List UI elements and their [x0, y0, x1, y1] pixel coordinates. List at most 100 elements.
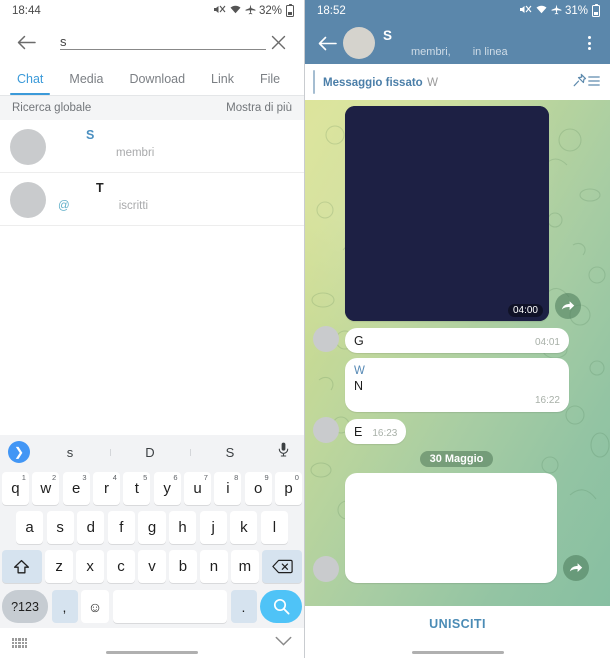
key-v[interactable]: v	[138, 550, 166, 583]
search-input[interactable]: s	[60, 34, 266, 50]
key-t[interactable]: t5	[123, 472, 151, 505]
back-arrow-icon[interactable]	[14, 30, 38, 54]
blank-bubble[interactable]	[345, 473, 557, 583]
search-filter-tabs: Chat Media Download Link File	[0, 62, 304, 96]
keyboard-row-1: q1 w2 e3 r4 t5 y6 u7 i8 o9 p0	[0, 469, 304, 508]
key-r[interactable]: r4	[93, 472, 120, 505]
video-thumbnail[interactable]: 04:00	[345, 106, 549, 321]
key-q[interactable]: q1	[2, 472, 29, 505]
key-w[interactable]: w2	[32, 472, 60, 505]
result-title: S	[86, 128, 95, 142]
key-h[interactable]: h	[169, 511, 197, 544]
period-key[interactable]: .	[230, 590, 257, 623]
show-more-link[interactable]: Mostra di più	[226, 102, 292, 114]
result-subtitle: @ iscritti	[58, 198, 292, 214]
forward-arrow-icon[interactable]	[563, 555, 589, 581]
key-g[interactable]: g	[138, 511, 166, 544]
key-a[interactable]: a	[16, 511, 44, 544]
message-time: 16:23	[372, 428, 398, 439]
shift-up-icon[interactable]	[2, 550, 42, 583]
text-bubble[interactable]: G 04:01	[345, 328, 569, 353]
keyboard-icon[interactable]	[12, 638, 27, 648]
chat-title-block[interactable]: S membri, in linea	[383, 27, 576, 59]
pinned-text: W	[427, 77, 439, 89]
overflow-menu-icon[interactable]	[576, 36, 602, 50]
message-row[interactable]: G 04:01	[313, 326, 600, 353]
tab-link-label: Link	[211, 71, 234, 86]
suggestion-2[interactable]: D	[110, 445, 190, 460]
key-b[interactable]: b	[169, 550, 197, 583]
key-e[interactable]: e3	[62, 472, 90, 505]
suggestion-3[interactable]: S	[190, 445, 270, 460]
avatar[interactable]	[343, 27, 375, 59]
avatar[interactable]	[313, 326, 339, 352]
microphone-icon[interactable]	[270, 442, 296, 462]
search-icon[interactable]	[260, 590, 302, 623]
avatar[interactable]	[313, 556, 339, 582]
media-bubble[interactable]: 04:00	[345, 106, 549, 321]
list-icon[interactable]	[588, 74, 600, 90]
tab-media[interactable]: Media	[56, 62, 116, 95]
message-row[interactable]: W N 16:22	[313, 358, 600, 412]
suggestion-1[interactable]: s	[30, 445, 110, 460]
comma-key[interactable]: ,	[51, 590, 78, 623]
key-p[interactable]: p0	[275, 472, 302, 505]
tab-chat[interactable]: Chat	[4, 62, 56, 95]
keyboard-row-4: ?123 , ☺ .	[0, 586, 304, 628]
key-n[interactable]: n	[200, 550, 228, 583]
key-u[interactable]: u7	[184, 472, 211, 505]
date-chip-label: 30 Maggio	[419, 451, 494, 467]
tab-link[interactable]: Link	[198, 62, 247, 95]
pin-stripe	[313, 70, 315, 94]
key-k[interactable]: k	[230, 511, 258, 544]
pinned-message-bar[interactable]: Messaggio fissato W	[305, 64, 610, 100]
key-f[interactable]: f	[107, 511, 135, 544]
results-empty-space	[0, 226, 304, 435]
message-row-media[interactable]: 04:00	[313, 106, 600, 321]
chat-header: S membri, in linea	[305, 22, 610, 64]
search-result-row[interactable]: S membri	[0, 120, 304, 173]
key-z[interactable]: z	[45, 550, 73, 583]
wifi-icon	[229, 4, 242, 19]
backspace-icon[interactable]	[262, 550, 302, 583]
tab-file[interactable]: File	[247, 62, 293, 95]
status-time: 18:44	[12, 5, 41, 17]
key-y[interactable]: y6	[153, 472, 181, 505]
key-x[interactable]: x	[76, 550, 104, 583]
pin-icon[interactable]	[572, 73, 587, 91]
message-row-blank[interactable]	[313, 473, 600, 583]
search-result-row[interactable]: T @ iscritti	[0, 173, 304, 226]
text-bubble[interactable]: E 16:23	[345, 419, 407, 444]
symbols-key[interactable]: ?123	[2, 590, 48, 623]
chat-subtitle: membri, in linea	[383, 45, 576, 59]
tab-download[interactable]: Download	[116, 62, 198, 95]
chat-title: S	[383, 28, 393, 43]
key-s[interactable]: s	[46, 511, 74, 544]
join-channel-bar[interactable]: UNISCITI	[305, 606, 610, 642]
key-c[interactable]: c	[107, 550, 135, 583]
key-d[interactable]: d	[77, 511, 105, 544]
key-m[interactable]: m	[231, 550, 259, 583]
tab-file-label: File	[259, 71, 281, 86]
close-icon[interactable]	[266, 30, 290, 54]
key-i[interactable]: i8	[214, 472, 242, 505]
forward-arrow-icon[interactable]	[555, 293, 581, 319]
text-bubble[interactable]: W N 16:22	[345, 358, 569, 412]
smiley-icon[interactable]: ☺	[81, 590, 109, 623]
key-o[interactable]: o9	[244, 472, 272, 505]
keyboard-row-3: z x c v b n m	[0, 547, 304, 586]
back-arrow-icon[interactable]	[313, 36, 341, 51]
message-row[interactable]: E 16:23	[313, 417, 600, 444]
chevron-right-icon[interactable]: ❯	[8, 441, 30, 463]
tab-media-label: Media	[69, 71, 104, 86]
avatar[interactable]	[313, 417, 339, 443]
navigation-bar-left	[0, 628, 304, 658]
global-search-header: Ricerca globale Mostra di più	[0, 96, 304, 120]
battery-percent: 32%	[258, 5, 282, 17]
key-j[interactable]: j	[199, 511, 227, 544]
suggestion-bar: ❯ s D S	[0, 435, 304, 469]
space-key[interactable]	[112, 590, 227, 623]
message-time: 04:00	[507, 304, 543, 317]
key-l[interactable]: l	[260, 511, 288, 544]
chevron-down-icon[interactable]	[275, 634, 292, 652]
